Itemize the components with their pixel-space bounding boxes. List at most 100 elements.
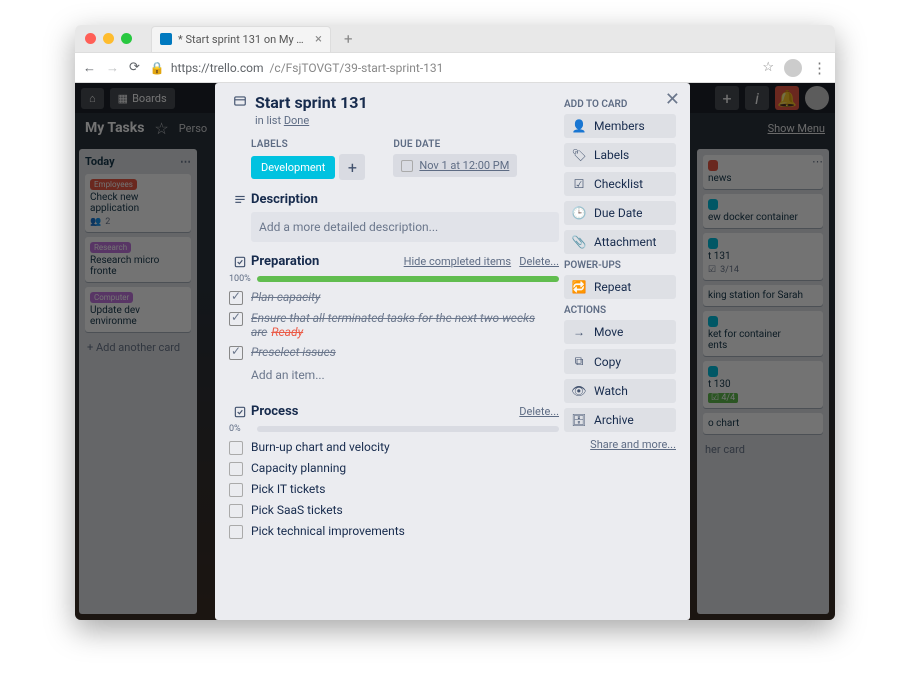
url-host: https://trello.com — [171, 61, 264, 75]
checklist-item[interactable]: Burn-up chart and velocity — [229, 440, 559, 455]
repeat-button[interactable]: 🔁Repeat — [564, 275, 676, 299]
eye-icon: 👁 — [572, 384, 586, 398]
progress-bar — [257, 276, 559, 282]
due-checkbox[interactable] — [401, 160, 413, 172]
url-field[interactable]: 🔒 https://trello.com/c/FsjTOVGT/39-start… — [150, 61, 752, 75]
modal-sidebar: ADD TO CARD 👤Members 🏷Labels ☑Checklist … — [564, 93, 676, 451]
bookmark-star-icon[interactable]: ☆ — [762, 60, 774, 75]
checklist-item[interactable]: Preselect issues — [229, 345, 559, 360]
minimize-window-button[interactable] — [103, 33, 114, 44]
tab-close-icon[interactable]: × — [315, 32, 322, 47]
browser-tab[interactable]: * Start sprint 131 on My Tasks × — [151, 26, 331, 52]
add-label-button[interactable]: + — [339, 154, 365, 180]
add-checklist-item[interactable]: Add an item... — [251, 368, 559, 382]
label-chip-development[interactable]: Development — [251, 156, 335, 179]
checklist-item-text: Ensure that all terminated tasks for the… — [251, 311, 559, 339]
attachment-icon: 📎 — [572, 235, 586, 249]
move-icon: → — [572, 325, 586, 339]
add-to-card-heading: ADD TO CARD — [564, 99, 676, 110]
due-date-button[interactable]: Nov 1 at 12:00 PM — [393, 154, 517, 177]
modal-main: Start sprint 131 in list Done LABELS Dev… — [229, 93, 559, 539]
checklist-preparation: Preparation Hide completed items Delete.… — [229, 254, 559, 382]
description-icon — [229, 192, 251, 207]
checkbox[interactable] — [229, 441, 243, 455]
nav-forward-icon[interactable]: → — [106, 60, 119, 76]
progress-bar — [257, 426, 559, 432]
archive-button[interactable]: 🗄Archive — [564, 408, 676, 432]
nav-back-icon[interactable]: ← — [83, 60, 96, 76]
labels-block: LABELS Development + — [251, 139, 365, 180]
move-button[interactable]: →Move — [564, 320, 676, 344]
checklist-item-text: Pick IT tickets — [251, 482, 325, 496]
delete-checklist-link[interactable]: Delete... — [519, 255, 559, 268]
checklist-item[interactable]: Pick IT tickets — [229, 482, 559, 497]
description-heading: Description — [251, 192, 318, 207]
copy-button[interactable]: ⧉Copy — [564, 349, 676, 374]
power-ups-heading: POWER-UPS — [564, 260, 676, 271]
url-path: /c/FsjTOVGT/39-start-sprint-131 — [269, 61, 443, 75]
labels-icon: 🏷 — [572, 148, 586, 162]
hide-completed-link[interactable]: Hide completed items — [404, 255, 511, 268]
due-date-button[interactable]: 🕒Due Date — [564, 201, 676, 225]
progress-percent: 0% — [229, 424, 251, 434]
checklist-item[interactable]: Pick SaaS tickets — [229, 503, 559, 518]
share-link[interactable]: Share and more... — [564, 438, 676, 451]
checklist-item-text: Preselect issues — [251, 345, 336, 359]
repeat-icon: 🔁 — [572, 280, 586, 294]
attachment-button[interactable]: 📎Attachment — [564, 230, 676, 254]
browser-menu-icon[interactable]: ⋮ — [812, 59, 827, 77]
card-title[interactable]: Start sprint 131 — [255, 93, 555, 112]
maximize-window-button[interactable] — [121, 33, 132, 44]
titlebar: * Start sprint 131 on My Tasks × + — [75, 25, 835, 53]
checklist-process: Process Delete... 0% Burn-up chart and v… — [229, 404, 559, 539]
profile-avatar[interactable] — [784, 59, 802, 77]
due-block: DUE DATE Nov 1 at 12:00 PM — [393, 139, 517, 180]
due-heading: DUE DATE — [393, 139, 517, 150]
browser-window: * Start sprint 131 on My Tasks × + ← → ⟳… — [75, 25, 835, 620]
close-modal-icon[interactable]: ✕ — [665, 89, 680, 110]
checkbox[interactable] — [229, 291, 243, 305]
due-date-text: Nov 1 at 12:00 PM — [419, 159, 509, 172]
checklist-item-text: Pick SaaS tickets — [251, 503, 343, 517]
checklist-item[interactable]: Plan capacity — [229, 290, 559, 305]
checkbox[interactable] — [229, 525, 243, 539]
members-button[interactable]: 👤Members — [564, 114, 676, 138]
checkbox[interactable] — [229, 483, 243, 497]
watch-button[interactable]: 👁Watch — [564, 379, 676, 403]
description-input[interactable]: Add a more detailed description... — [251, 212, 559, 242]
checklist-item[interactable]: Ensure that all terminated tasks for the… — [229, 311, 559, 339]
actions-heading: ACTIONS — [564, 305, 676, 316]
checklist-item-text: Burn-up chart and velocity — [251, 440, 390, 454]
checklist-item[interactable]: Capacity planning — [229, 461, 559, 476]
checklist-title[interactable]: Process — [251, 404, 298, 419]
new-tab-button[interactable]: + — [344, 30, 353, 48]
tab-title: * Start sprint 131 on My Tasks — [178, 33, 309, 46]
card-icon — [229, 93, 251, 108]
delete-checklist-link[interactable]: Delete... — [519, 405, 559, 418]
checklist-button[interactable]: ☑Checklist — [564, 172, 676, 196]
checklist-icon — [229, 404, 251, 419]
checkbox[interactable] — [229, 462, 243, 476]
labels-button[interactable]: 🏷Labels — [564, 143, 676, 167]
checklist-item-text: Plan capacity — [251, 290, 320, 304]
checkbox[interactable] — [229, 312, 243, 326]
archive-icon: 🗄 — [572, 413, 586, 427]
progress-percent: 100% — [229, 274, 251, 284]
in-list-link[interactable]: Done — [284, 114, 309, 127]
labels-heading: LABELS — [251, 139, 365, 150]
close-window-button[interactable] — [85, 33, 96, 44]
checklist-icon: ☑ — [572, 177, 586, 191]
checkbox[interactable] — [229, 346, 243, 360]
checklist-item-text: Pick technical improvements — [251, 524, 405, 538]
copy-icon: ⧉ — [572, 354, 586, 369]
members-icon: 👤 — [572, 119, 586, 133]
trello-app: ⌂ ▦Boards + i 🔔 My Tasks ☆ Perso Show Me… — [75, 83, 835, 620]
address-bar: ← → ⟳ 🔒 https://trello.com/c/FsjTOVGT/39… — [75, 53, 835, 83]
nav-reload-icon[interactable]: ⟳ — [129, 60, 140, 75]
checklist-title[interactable]: Preparation — [251, 254, 319, 269]
traffic-lights — [85, 33, 132, 44]
in-list-text: in list Done — [255, 114, 555, 127]
checklist-item[interactable]: Pick technical improvements — [229, 524, 559, 539]
checkbox[interactable] — [229, 504, 243, 518]
card-modal: ✕ Start sprint 131 in list Done LABELS — [215, 83, 690, 620]
